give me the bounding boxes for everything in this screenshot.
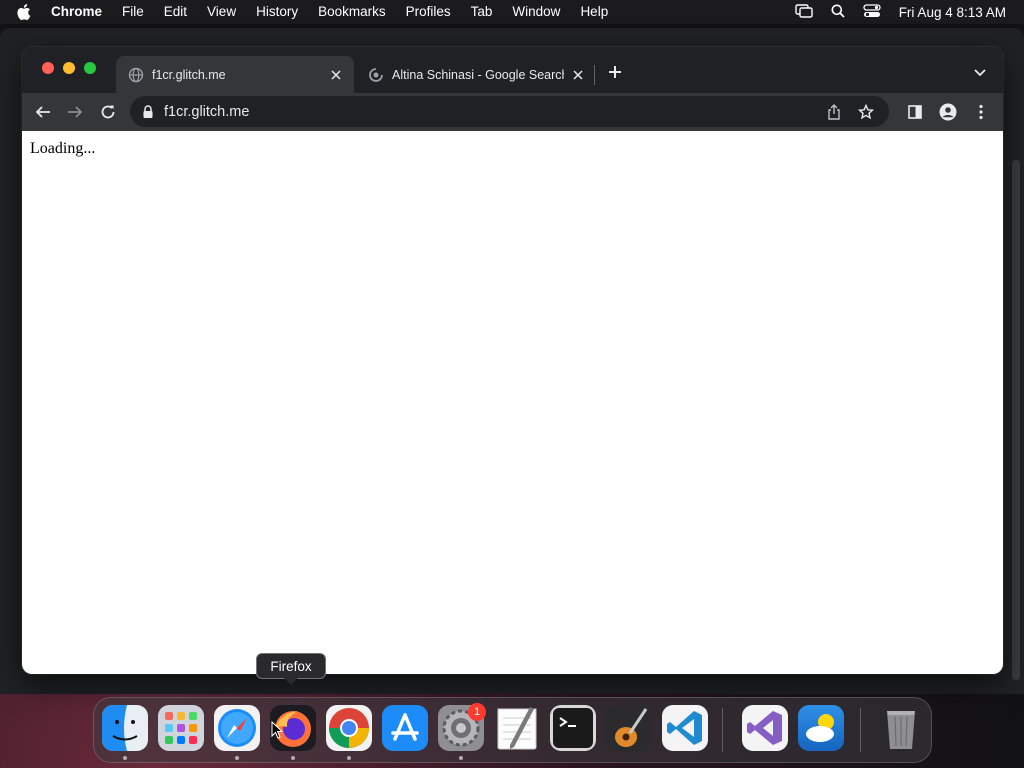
running-indicator [291, 756, 295, 760]
chevron-down-icon[interactable] [972, 64, 988, 80]
dock-divider [860, 708, 861, 752]
weather-icon[interactable] [798, 705, 844, 751]
vscode-icon[interactable] [662, 705, 708, 751]
tab-separator [594, 65, 595, 85]
terminal-icon[interactable] [550, 705, 596, 751]
menu-file[interactable]: File [122, 0, 144, 24]
loading-text: Loading... [30, 140, 96, 157]
menu-tab[interactable]: Tab [471, 0, 493, 24]
spotlight-search-icon[interactable] [831, 4, 845, 21]
tab-title: Altina Schinasi - Google Search [392, 67, 564, 82]
minimize-window-button[interactable] [63, 62, 75, 74]
share-icon[interactable] [825, 103, 843, 121]
app-store-icon[interactable] [382, 705, 428, 751]
tooltip-arrow [284, 678, 298, 685]
menu-window[interactable]: Window [512, 0, 560, 24]
visual-studio-icon[interactable] [742, 705, 788, 751]
screen-mirroring-icon[interactable] [794, 3, 813, 21]
chrome-window: f1cr.glitch.me Altina Schinasi - Google … [22, 47, 1003, 674]
browser-toolbar: f1cr.glitch.me [22, 93, 1003, 131]
menu-bar: Chrome File Edit View History Bookmarks … [0, 0, 1024, 24]
control-center-icon[interactable] [863, 3, 881, 21]
side-panel-icon[interactable] [906, 103, 924, 121]
google-loading-icon [368, 67, 384, 83]
menu-profiles[interactable]: Profiles [406, 0, 451, 24]
back-arrow-icon[interactable] [34, 103, 52, 121]
menu-app-name[interactable]: Chrome [51, 0, 102, 24]
notification-badge: 1 [468, 703, 486, 721]
menu-edit[interactable]: Edit [164, 0, 187, 24]
tab-active[interactable]: f1cr.glitch.me [116, 56, 354, 93]
running-indicator [347, 756, 351, 760]
close-icon[interactable] [328, 67, 344, 83]
garageband-icon[interactable] [606, 705, 652, 751]
running-indicator [459, 756, 463, 760]
tab-title: f1cr.glitch.me [152, 67, 226, 82]
safari-icon[interactable] [214, 705, 260, 751]
background-scrollbar [1012, 160, 1020, 680]
reload-icon[interactable] [99, 103, 117, 121]
lock-icon[interactable] [142, 104, 154, 119]
launchpad-icon[interactable] [158, 705, 204, 751]
globe-icon [128, 67, 144, 83]
textedit-icon[interactable] [494, 705, 540, 751]
page-viewport: Loading... [22, 131, 1003, 674]
trash-icon[interactable] [878, 705, 924, 751]
mouse-cursor-icon [271, 720, 284, 739]
dock [93, 697, 932, 763]
url-text[interactable]: f1cr.glitch.me [164, 104, 825, 120]
kebab-menu-icon[interactable] [972, 103, 990, 121]
forward-arrow-icon[interactable] [66, 103, 84, 121]
running-indicator [123, 756, 127, 760]
menu-view[interactable]: View [207, 0, 236, 24]
zoom-window-button[interactable] [84, 62, 96, 74]
tab-strip: f1cr.glitch.me Altina Schinasi - Google … [22, 47, 1003, 93]
dock-divider [722, 708, 723, 752]
menu-help[interactable]: Help [580, 0, 608, 24]
plus-icon[interactable] [606, 63, 624, 81]
finder-icon[interactable] [102, 705, 148, 751]
close-icon[interactable] [570, 67, 586, 83]
tab-inactive[interactable]: Altina Schinasi - Google Search [356, 56, 596, 93]
close-window-button[interactable] [42, 62, 54, 74]
apple-icon[interactable] [15, 0, 37, 24]
menu-bookmarks[interactable]: Bookmarks [318, 0, 386, 24]
profile-icon[interactable] [939, 103, 957, 121]
dock-tooltip: Firefox [256, 653, 326, 679]
menu-clock[interactable]: Fri Aug 4 8:13 AM [899, 5, 1006, 20]
chrome-icon[interactable] [326, 705, 372, 751]
address-bar[interactable]: f1cr.glitch.me [130, 96, 889, 127]
running-indicator [235, 756, 239, 760]
menu-history[interactable]: History [256, 0, 298, 24]
star-icon[interactable] [857, 103, 875, 121]
